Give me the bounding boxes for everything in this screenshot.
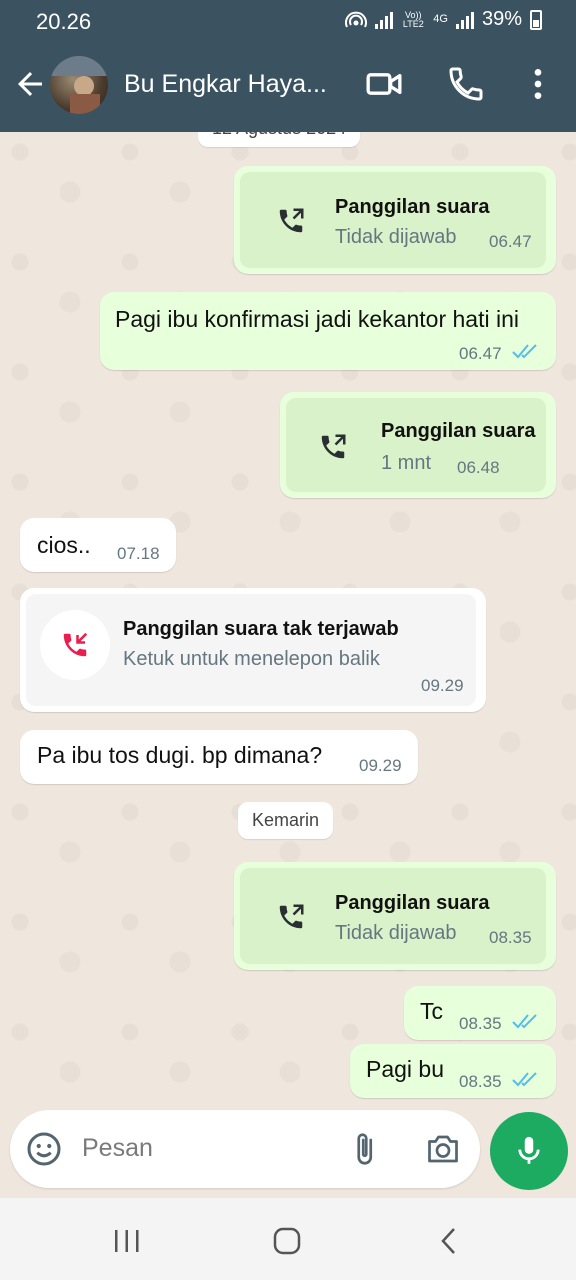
status-bar: 20.26 Vo)) LTE2 4G 39% [0, 0, 576, 44]
outgoing-message[interactable]: Tc 08.35 [404, 986, 556, 1040]
outgoing-call-icon [279, 904, 304, 929]
double-check-icon [512, 344, 537, 359]
call-card: Panggilan suara tak terjawab Ketuk untuk… [26, 594, 476, 706]
message-input[interactable]: Pesan [82, 1134, 153, 1163]
message-time: 07.18 [117, 544, 160, 563]
message-time: 09.29 [359, 756, 402, 775]
video-call-icon[interactable] [364, 64, 404, 104]
message-text: Tc [420, 998, 443, 1024]
status-icons: Vo)) LTE2 4G 39% [345, 8, 542, 31]
status-time: 20.26 [36, 9, 92, 34]
network-label: 4G [433, 13, 448, 25]
signal-icon-1 [375, 11, 394, 29]
call-title: Panggilan suara [381, 420, 536, 442]
message-time: 06.47 [489, 232, 532, 251]
battery-percent: 39% [481, 8, 522, 30]
phone-icon[interactable] [446, 64, 486, 104]
mic-button[interactable] [490, 1112, 568, 1190]
outgoing-call-bubble[interactable]: Panggilan suara Tidak dijawab 06.47 [234, 166, 556, 274]
incoming-message[interactable]: Pa ibu tos dugi. bp dimana? 09.29 [20, 730, 418, 784]
call-card: Panggilan suara 1 mnt 06.48 [286, 398, 546, 492]
message-time: 06.47 [459, 344, 502, 363]
recent-apps-icon[interactable] [112, 1228, 142, 1254]
message-time: 08.35 [489, 928, 532, 947]
call-title: Panggilan suara tak terjawab [123, 618, 399, 640]
avatar[interactable] [50, 56, 108, 114]
arrow-left-icon[interactable] [12, 66, 48, 102]
signal-icon-2 [455, 11, 474, 29]
back-nav-icon[interactable] [436, 1226, 464, 1256]
chat-header: Bu Engkar Haya... [0, 44, 576, 132]
emoji-icon[interactable] [26, 1131, 62, 1167]
outgoing-call-bubble[interactable]: Panggilan suara Tidak dijawab 08.35 [234, 862, 556, 970]
call-subtitle: 1 mnt [381, 452, 432, 474]
mic-icon [518, 1136, 540, 1164]
outgoing-call-bubble[interactable]: Panggilan suara 1 mnt 06.48 [280, 392, 556, 498]
call-card: Panggilan suara Tidak dijawab 08.35 [240, 868, 546, 964]
outgoing-call-icon [321, 434, 346, 459]
double-check-icon [512, 1072, 537, 1087]
missed-call-icon-circle [40, 610, 110, 680]
message-time: 08.35 [459, 1014, 502, 1033]
message-time: 06.48 [457, 458, 500, 477]
system-nav-bar [0, 1198, 576, 1280]
call-subtitle: Tidak dijawab [335, 226, 457, 248]
call-subtitle: Ketuk untuk menelepon balik [123, 648, 380, 670]
message-composer[interactable]: Pesan [10, 1110, 480, 1188]
camera-icon[interactable] [424, 1131, 462, 1167]
call-title: Panggilan suara [335, 196, 490, 218]
message-time: 08.35 [459, 1072, 502, 1091]
battery-icon [530, 9, 542, 30]
outgoing-message[interactable]: Pagi ibu konfirmasi jadi kekantor hati i… [100, 292, 556, 370]
incoming-message[interactable]: cios.. 07.18 [20, 518, 176, 572]
missed-call-bubble[interactable]: Panggilan suara tak terjawab Ketuk untuk… [20, 588, 486, 712]
outgoing-call-icon [279, 208, 304, 233]
call-title: Panggilan suara [335, 892, 490, 914]
message-text: cios.. [37, 532, 91, 558]
message-text: Pa ibu tos dugi. bp dimana? [37, 742, 323, 768]
more-vert-icon[interactable] [518, 64, 558, 104]
message-text: Pagi ibu konfirmasi jadi kekantor hati i… [115, 306, 519, 332]
volte-label: Vo)) LTE2 [402, 9, 424, 29]
outgoing-message[interactable]: Pagi bu 08.35 [350, 1044, 556, 1098]
call-card: Panggilan suara Tidak dijawab 06.47 [240, 172, 546, 268]
contact-name[interactable]: Bu Engkar Haya... [124, 70, 327, 99]
chat-area[interactable]: 12 Agustus 2024 Panggilan suara Tidak di… [0, 132, 576, 1112]
double-check-icon [512, 1014, 537, 1029]
date-chip-yesterday: Kemarin [238, 802, 334, 839]
home-icon[interactable] [272, 1226, 302, 1256]
paperclip-icon[interactable] [346, 1131, 382, 1167]
date-chip-top: 12 Agustus 2024 [198, 132, 361, 147]
missed-call-icon [63, 632, 88, 657]
hotspot-icon [345, 11, 368, 27]
message-text: Pagi bu [366, 1056, 445, 1082]
call-subtitle: Tidak dijawab [335, 922, 457, 944]
message-time: 09.29 [421, 676, 464, 695]
